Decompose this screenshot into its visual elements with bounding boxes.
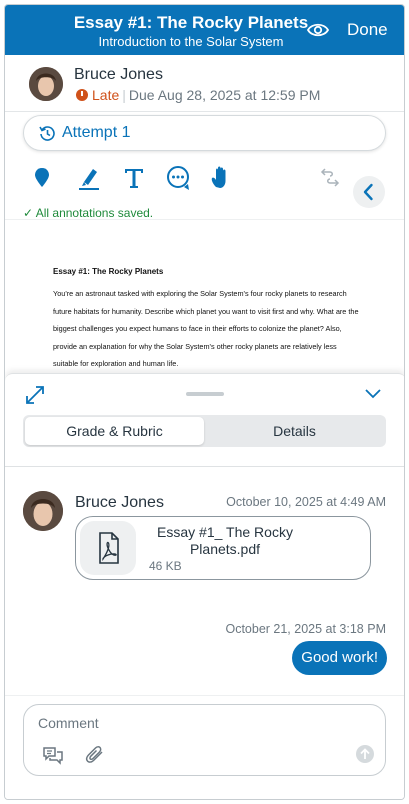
comment-bubble[interactable]: Good work!	[292, 641, 387, 675]
paperclip-icon[interactable]	[84, 745, 106, 765]
collapse-button[interactable]	[353, 176, 385, 208]
tab-details[interactable]: Details	[205, 417, 384, 445]
arrow-up-icon	[360, 748, 370, 759]
highlighter-icon[interactable]	[76, 165, 102, 191]
comment-composer	[23, 704, 386, 776]
hand-icon[interactable]	[207, 165, 233, 191]
attachment-card[interactable]: Essay #1_ The Rocky Planets.pdf 46 KB	[75, 516, 371, 580]
attachment-size: 46 KB	[149, 559, 182, 573]
avatar	[23, 491, 63, 531]
chevron-left-icon	[363, 183, 373, 201]
tab-switcher: Grade & Rubric Details	[23, 415, 386, 447]
history-icon	[39, 126, 55, 141]
avatar[interactable]	[29, 67, 63, 101]
attachment-name: Essay #1_ The Rocky Planets.pdf	[157, 524, 293, 557]
header-bar: Essay #1: The Rocky Planets Introduction…	[5, 5, 404, 55]
save-status-text: All annotations saved.	[35, 206, 154, 220]
annotation-toolbar: ✓ All annotations saved.	[5, 160, 404, 220]
comment-library-icon[interactable]	[42, 745, 64, 765]
late-badge: Late	[92, 87, 120, 103]
comment-author: Bruce Jones	[75, 494, 164, 511]
checkmark-icon: ✓	[23, 206, 34, 220]
pdf-icon	[80, 521, 136, 575]
done-button[interactable]: Done	[347, 20, 388, 40]
pin-icon[interactable]	[29, 165, 55, 191]
divider	[5, 695, 404, 696]
attempt-label: Attempt 1	[62, 124, 131, 141]
chevron-down-icon[interactable]	[364, 386, 382, 400]
speedgrader-screen: Essay #1: The Rocky Planets Introduction…	[4, 4, 405, 800]
document-title: Essay #1: The Rocky Planets	[53, 267, 164, 276]
tab-grade-rubric[interactable]: Grade & Rubric	[25, 417, 204, 445]
send-button[interactable]	[356, 745, 374, 763]
document-body: You're an astronaut tasked with explorin…	[53, 289, 359, 369]
comment-icon[interactable]	[165, 165, 191, 191]
clock-icon	[76, 89, 88, 101]
comment-timestamp: October 21, 2025 at 3:18 PM	[225, 622, 386, 636]
student-name: Bruce Jones	[74, 66, 163, 83]
document-preview[interactable]: Essay #1: The Rocky Planets You're an as…	[5, 221, 404, 376]
due-date: Due Aug 28, 2025 at 12:59 PM	[128, 87, 321, 103]
submission-status: Late | Due Aug 28, 2025 at 12:59 PM	[76, 87, 320, 103]
attempt-selector[interactable]: Attempt 1	[23, 115, 386, 151]
student-header: Bruce Jones Late | Due Aug 28, 2025 at 12:…	[5, 55, 404, 112]
comment-timestamp: October 10, 2025 at 4:49 AM	[226, 495, 386, 509]
divider	[5, 466, 404, 467]
expand-icon[interactable]	[24, 384, 46, 406]
undo-redo-icon[interactable]	[318, 165, 342, 191]
drag-handle[interactable]	[186, 392, 224, 396]
text-icon[interactable]	[121, 165, 147, 191]
comment-input[interactable]	[38, 713, 358, 733]
grading-sheet: Grade & Rubric Details Bruce Jones Octob…	[5, 373, 404, 799]
eye-icon[interactable]	[307, 22, 329, 38]
save-status: ✓ All annotations saved.	[23, 206, 153, 220]
